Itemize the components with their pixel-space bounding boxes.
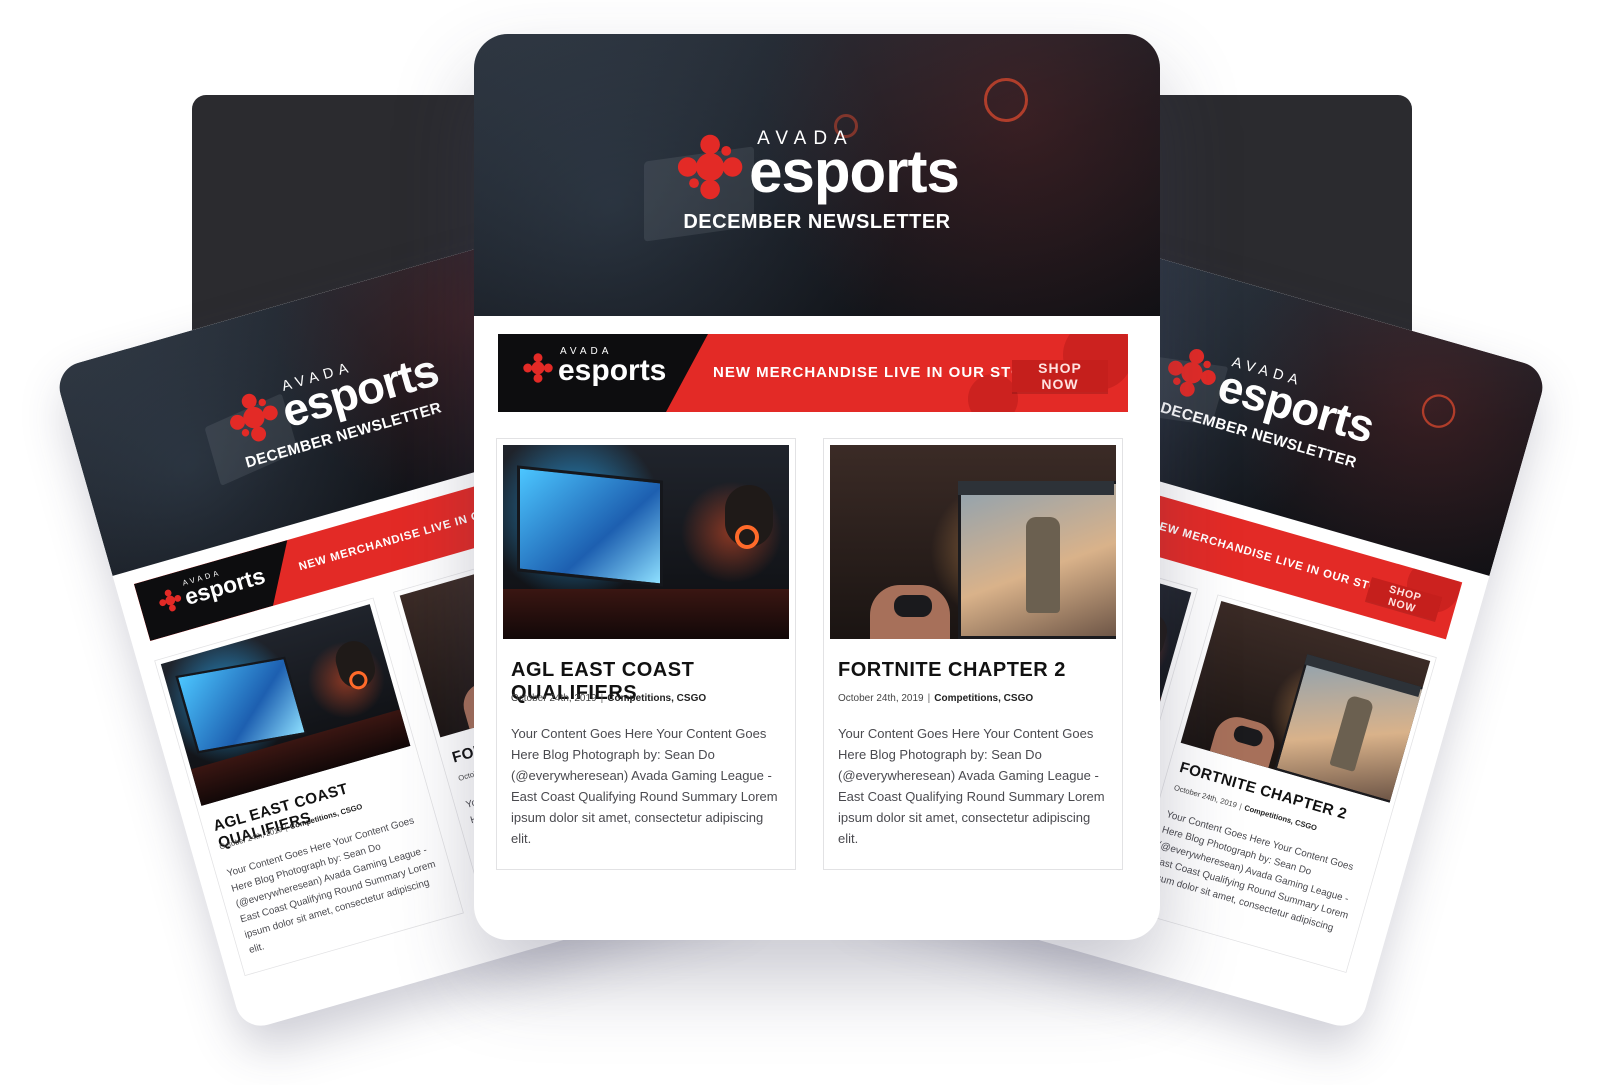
post-thumbnail[interactable] xyxy=(830,445,1116,639)
meta-separator: | xyxy=(284,824,289,833)
controller-icon xyxy=(894,595,932,617)
logo-mark-icon xyxy=(159,589,182,612)
banner-text: NEW MERCHANDISE LIVE IN OUR STORE xyxy=(713,364,1047,381)
newsletter-title: DECEMBER NEWSLETTER xyxy=(683,211,951,233)
post-categories[interactable]: Competitions, CSGO xyxy=(934,693,1033,704)
brand-logo: AVADA esports xyxy=(675,128,960,205)
promo-banner[interactable]: AVADA esports NEW MERCHANDISE LIVE IN OU… xyxy=(498,334,1128,412)
meta-separator: | xyxy=(927,693,931,704)
hero-light xyxy=(984,78,1028,122)
post-categories[interactable]: Competitions, CSGO xyxy=(607,693,706,704)
banner-logo-avada: AVADA xyxy=(560,346,613,357)
banner-logo: AVADA esports xyxy=(522,346,667,387)
thumb-desk xyxy=(503,589,789,639)
post-excerpt: Your Content Goes Here Your Content Goes… xyxy=(511,726,778,846)
shop-now-button[interactable]: SHOP NOW xyxy=(1012,360,1108,392)
post-meta: October 24th, 2019|Competitions, CSGO xyxy=(511,693,706,704)
post-thumbnail[interactable] xyxy=(503,445,789,639)
hero-header: AVADA esports DECEMBER NEWSLETTER xyxy=(474,34,1160,316)
post-meta: October 24th, 2019|Competitions, CSGO xyxy=(838,693,1033,704)
newsletter-card-main: AVADA esports DECEMBER NEWSLETTER AVADA xyxy=(474,34,1160,940)
post-excerpt: Your Content Goes Here Your Content Goes… xyxy=(838,726,1105,846)
meta-separator: | xyxy=(1238,802,1243,812)
post-date: October 24th, 2019 xyxy=(511,693,597,704)
thumb-monitor xyxy=(517,465,663,587)
meta-separator: | xyxy=(600,693,604,704)
post-date: October 24th, 2019 xyxy=(838,693,924,704)
logo-mark-icon xyxy=(677,134,743,200)
banner-logo-esports: esports xyxy=(558,354,667,387)
thumb-game-hud xyxy=(958,481,1114,495)
logo-esports-text: esports xyxy=(749,138,960,205)
post-card[interactable]: FORTNITE CHAPTER 2 October 24th, 2019|Co… xyxy=(823,438,1123,870)
headphone-icon xyxy=(735,525,759,549)
post-title[interactable]: FORTNITE CHAPTER 2 xyxy=(838,659,1066,682)
logo-mark-icon xyxy=(523,353,553,383)
logo-avada-text: AVADA xyxy=(757,128,854,149)
thumb-character xyxy=(1026,517,1060,613)
post-card[interactable]: AGL EAST COAST QUALIFIERS October 24th, … xyxy=(496,438,796,870)
post-excerpt: Your Content Goes Here Your Content Goes… xyxy=(1143,808,1355,934)
newsletter-mockup: AVADA esports DECEMBER NEWSLETTER AVADA … xyxy=(0,0,1600,1085)
